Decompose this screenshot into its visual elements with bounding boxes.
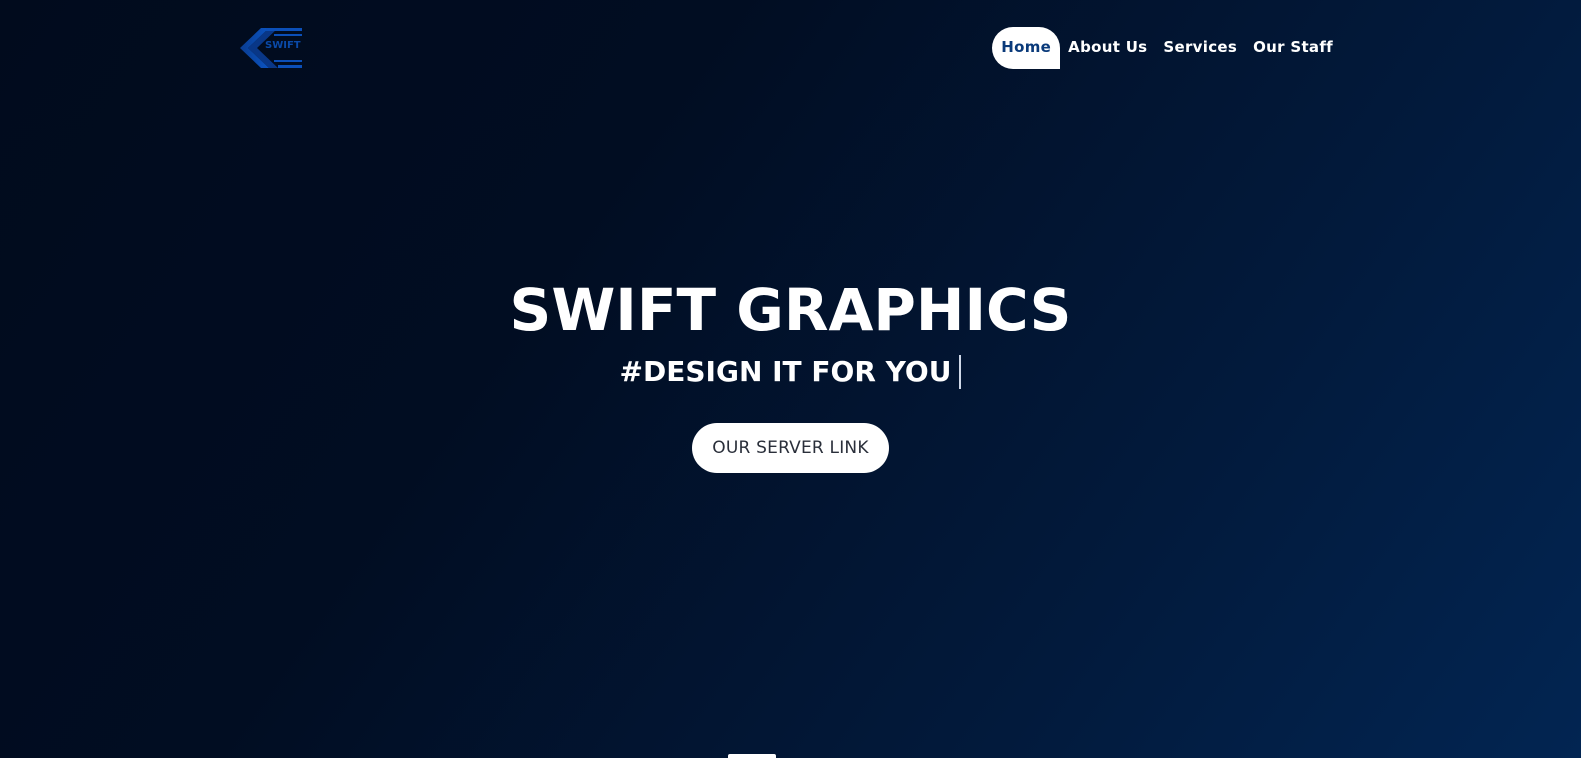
site-header: SWIFT Home About Us Services Our Staff [0,0,1581,90]
hero-section: SWIFT GRAPHICS #DESIGN IT FOR YOU OUR SE… [0,270,1581,473]
scroll-indicator[interactable] [728,754,776,758]
site-logo[interactable]: SWIFT [240,27,304,69]
hero-title: SWIFT GRAPHICS [509,276,1072,344]
nav-item-about-us[interactable]: About Us [1060,27,1155,69]
hero-subtitle-text: #DESIGN IT FOR YOU [619,355,952,388]
nav-item-services[interactable]: Services [1155,27,1245,69]
hero-subtitle: #DESIGN IT FOR YOU [620,350,962,394]
server-link-button[interactable]: OUR SERVER LINK [692,423,889,473]
nav-item-home[interactable]: Home [992,27,1061,69]
main-nav: Home About Us Services Our Staff [992,27,1341,69]
nav-item-our-staff[interactable]: Our Staff [1245,27,1341,69]
typing-cursor [959,355,962,389]
logo-text: SWIFT [265,40,301,51]
